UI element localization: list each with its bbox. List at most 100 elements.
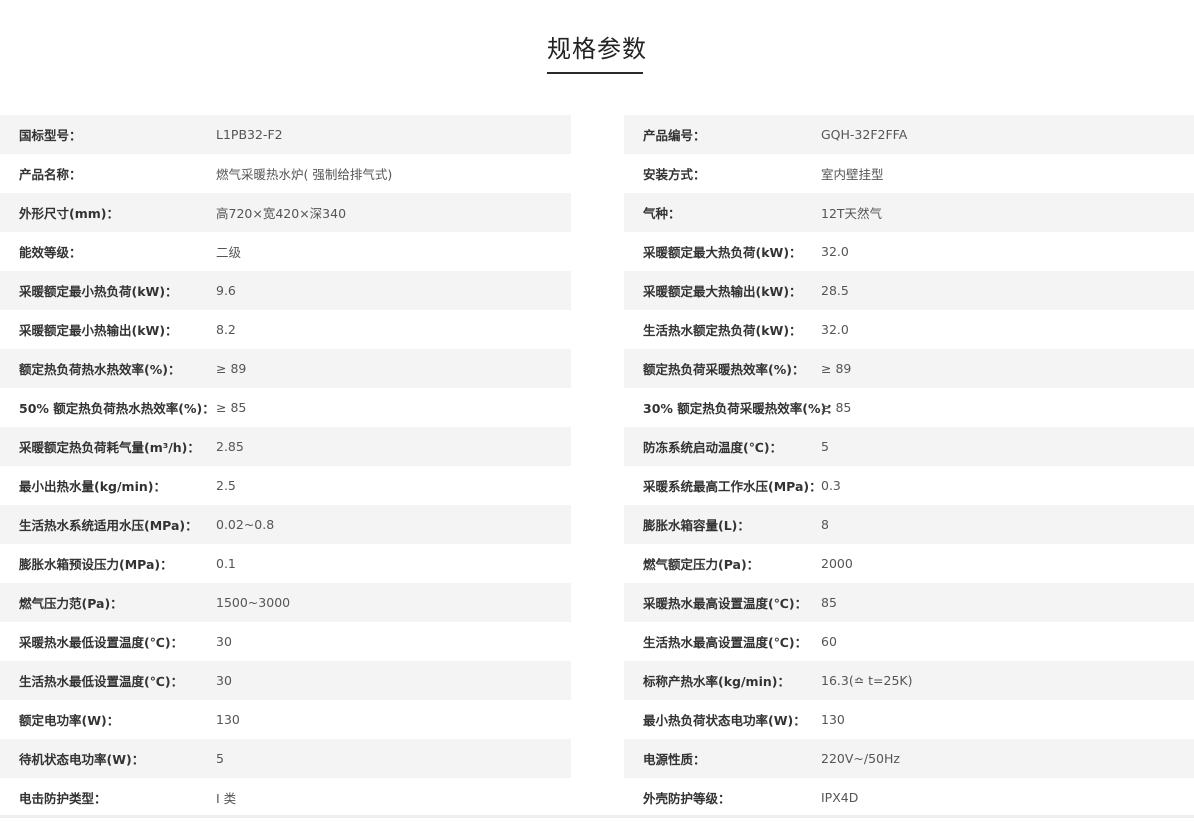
spec-cell-right: 采暖热水最高设置温度(℃)： 85 [624,583,1194,622]
spec-value: 9.6 [216,283,236,298]
spec-cell-right: 采暖额定最大热负荷(kW)： 32.0 [624,232,1194,271]
spec-cell-right: 气种： 12T天然气 [624,193,1194,232]
spec-label: 电击防护类型： [19,791,107,806]
spec-label: 膨胀水箱容量(L)： [643,518,750,533]
spec-label: 产品名称： [19,167,82,182]
spec-cell-right: 防冻系统启动温度(℃)： 5 [624,427,1194,466]
spec-value: IPX4D [821,790,859,805]
spec-row: 生活热水系统适用水压(MPa)： 0.02~0.8 膨胀水箱容量(L)： 8 [0,505,1194,544]
spec-cell-left: 采暖额定最小热输出(kW)： 8.2 [0,310,571,349]
spec-value: 0.02~0.8 [216,517,275,532]
page-header: 规格参数 [0,0,1194,115]
spec-cell-left: 能效等级： 二级 [0,232,571,271]
spec-label: 燃气额定压力(Pa)： [643,557,760,572]
spec-label: 采暖额定最小热输出(kW)： [19,323,178,338]
spec-value: 130 [821,712,845,727]
spec-cell-left: 燃气压力范(Pa)： 1500~3000 [0,583,571,622]
spec-value: 高720×宽420×深340 [216,206,347,221]
spec-value: 燃气采暖热水炉( 强制给排气式) [216,167,393,182]
column-gap [571,427,624,466]
spec-cell-right: 安装方式： 室内壁挂型 [624,154,1194,193]
spec-label: 安装方式： [643,167,706,182]
spec-row: 燃气压力范(Pa)： 1500~3000 采暖热水最高设置温度(℃)： 85 [0,583,1194,622]
spec-value: ≥ 85 [821,400,852,415]
spec-value: 室内壁挂型 [821,167,884,182]
column-gap [571,466,624,505]
spec-label: 燃气压力范(Pa)： [19,596,123,611]
spec-label: 50% 额定热负荷热水热效率(%)： [19,401,215,416]
spec-cell-left: 外形尺寸(mm)： 高720×宽420×深340 [0,193,571,232]
spec-value: 8 [821,517,829,532]
spec-cell-right: 30% 额定热负荷采暖热效率(%)： ≥ 85 [624,388,1194,427]
column-gap [571,349,624,388]
spec-label: 防冻系统启动温度(℃)： [643,440,783,455]
spec-value: 30 [216,673,232,688]
spec-value: 2.85 [216,439,244,454]
column-gap [571,622,624,661]
spec-value: 130 [216,712,240,727]
spec-label: 最小热负荷状态电功率(W)： [643,713,806,728]
spec-cell-right: 生活热水额定热负荷(kW)： 32.0 [624,310,1194,349]
spec-label: 采暖额定最小热负荷(kW)： [19,284,178,299]
spec-cell-left: 50% 额定热负荷热水热效率(%)： ≥ 85 [0,388,571,427]
column-gap [571,388,624,427]
spec-value: 30 [216,634,232,649]
spec-label: 采暖热水最高设置温度(℃)： [643,596,808,611]
spec-label: 采暖热水最低设置温度(℃)： [19,635,184,650]
spec-label: 外壳防护等级： [643,791,731,806]
spec-cell-left: 电击防护类型： I 类 [0,778,571,817]
spec-value: 220V~/50Hz [821,751,900,766]
spec-label: 额定电功率(W)： [19,713,120,728]
spec-label: 生活热水最低设置温度(℃)： [19,674,184,689]
spec-row: 额定电功率(W)： 130 最小热负荷状态电功率(W)： 130 [0,700,1194,739]
spec-value: 0.3 [821,478,841,493]
spec-label: 产品编号： [643,128,706,143]
spec-row: 国标型号： L1PB32-F2 产品编号： GQH-32F2FFA [0,115,1194,154]
spec-row: 产品名称： 燃气采暖热水炉( 强制给排气式) 安装方式： 室内壁挂型 [0,154,1194,193]
spec-value: ≥ 89 [821,361,852,376]
column-gap [571,154,624,193]
column-gap [571,310,624,349]
spec-cell-right: 膨胀水箱容量(L)： 8 [624,505,1194,544]
spec-row: 外形尺寸(mm)： 高720×宽420×深340 气种： 12T天然气 [0,193,1194,232]
spec-cell-left: 额定热负荷热水热效率(%)： ≥ 89 [0,349,571,388]
column-gap [571,193,624,232]
spec-row: 采暖额定最小热输出(kW)： 8.2 生活热水额定热负荷(kW)： 32.0 [0,310,1194,349]
spec-row: 采暖额定热负荷耗气量(m³/h)： 2.85 防冻系统启动温度(℃)： 5 [0,427,1194,466]
spec-value: L1PB32-F2 [216,127,283,142]
spec-label: 标称产热水率(kg/min)： [643,674,790,689]
spec-cell-left: 待机状态电功率(W)： 5 [0,739,571,778]
spec-row: 电击防护类型： I 类 外壳防护等级： IPX4D [0,778,1194,817]
spec-cell-right: 生活热水最高设置温度(℃)： 60 [624,622,1194,661]
column-gap [571,700,624,739]
spec-value: 2.5 [216,478,236,493]
column-gap [571,739,624,778]
spec-value: 32.0 [821,322,849,337]
spec-value: 0.1 [216,556,236,571]
spec-row: 采暖热水最低设置温度(℃)： 30 生活热水最高设置温度(℃)： 60 [0,622,1194,661]
spec-value: 二级 [216,245,242,260]
spec-row: 能效等级： 二级 采暖额定最大热负荷(kW)： 32.0 [0,232,1194,271]
spec-cell-left: 膨胀水箱预设压力(MPa)： 0.1 [0,544,571,583]
spec-cell-right: 采暖额定最大热输出(kW)： 28.5 [624,271,1194,310]
spec-label: 能效等级： [19,245,82,260]
spec-label: 生活热水额定热负荷(kW)： [643,323,802,338]
spec-row: 待机状态电功率(W)： 5 电源性质： 220V~/50Hz [0,739,1194,778]
spec-table: 国标型号： L1PB32-F2 产品编号： GQH-32F2FFA 产品名称： 燃气采暖热… [0,115,1194,817]
spec-cell-right: 电源性质： 220V~/50Hz [624,739,1194,778]
spec-label: 气种： [643,206,681,221]
bottom-divider [0,815,1194,818]
spec-value: 5 [216,751,224,766]
spec-value: 28.5 [821,283,849,298]
spec-cell-right: 最小热负荷状态电功率(W)： 130 [624,700,1194,739]
spec-value: 12T天然气 [821,206,883,221]
spec-value: 16.3(≏ t=25K) [821,673,913,688]
column-gap [571,115,624,154]
spec-label: 外形尺寸(mm)： [19,206,119,221]
title-underline [547,72,643,74]
column-gap [571,232,624,271]
spec-value: 85 [821,595,837,610]
column-gap [571,271,624,310]
column-gap [571,778,624,817]
column-gap [571,505,624,544]
